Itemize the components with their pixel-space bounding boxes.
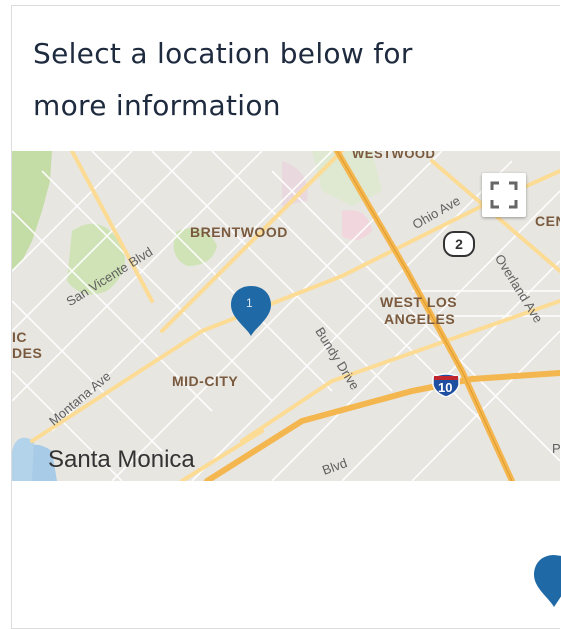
instruction-line-2: more information bbox=[33, 89, 281, 122]
district-label: BRENTWOOD bbox=[190, 224, 288, 240]
city-label: Santa Monica bbox=[48, 446, 195, 473]
fullscreen-icon bbox=[490, 181, 518, 209]
map-pin-icon bbox=[231, 286, 271, 336]
district-label: ANGELES bbox=[384, 311, 456, 327]
district-label: CEN bbox=[535, 213, 560, 229]
location-map[interactable]: WESTWOOD BRENTWOOD WEST LOS ANGELES MID-… bbox=[12, 151, 560, 481]
district-label: DES bbox=[12, 345, 43, 361]
marker-label: 1 bbox=[246, 296, 253, 310]
district-label: MID-CITY bbox=[172, 373, 239, 389]
instruction-line-1: Select a location below for bbox=[33, 37, 413, 70]
highway-2-shield: 2 bbox=[443, 231, 475, 257]
district-label: WESTWOOD bbox=[352, 151, 436, 161]
interstate-10-shield: 10 bbox=[431, 371, 461, 397]
district-label: IC bbox=[12, 329, 27, 345]
locations-card: Select a location below for more informa… bbox=[11, 5, 560, 629]
map-pin-icon bbox=[534, 555, 561, 607]
district-label: WEST LOS bbox=[380, 294, 458, 310]
interstate-number: 10 bbox=[438, 380, 453, 395]
location-marker-partial[interactable] bbox=[532, 555, 561, 615]
instruction-text: Select a location below for more informa… bbox=[33, 28, 533, 132]
street-label: P bbox=[552, 441, 560, 456]
fullscreen-button[interactable] bbox=[482, 173, 526, 217]
map-background bbox=[12, 151, 560, 481]
